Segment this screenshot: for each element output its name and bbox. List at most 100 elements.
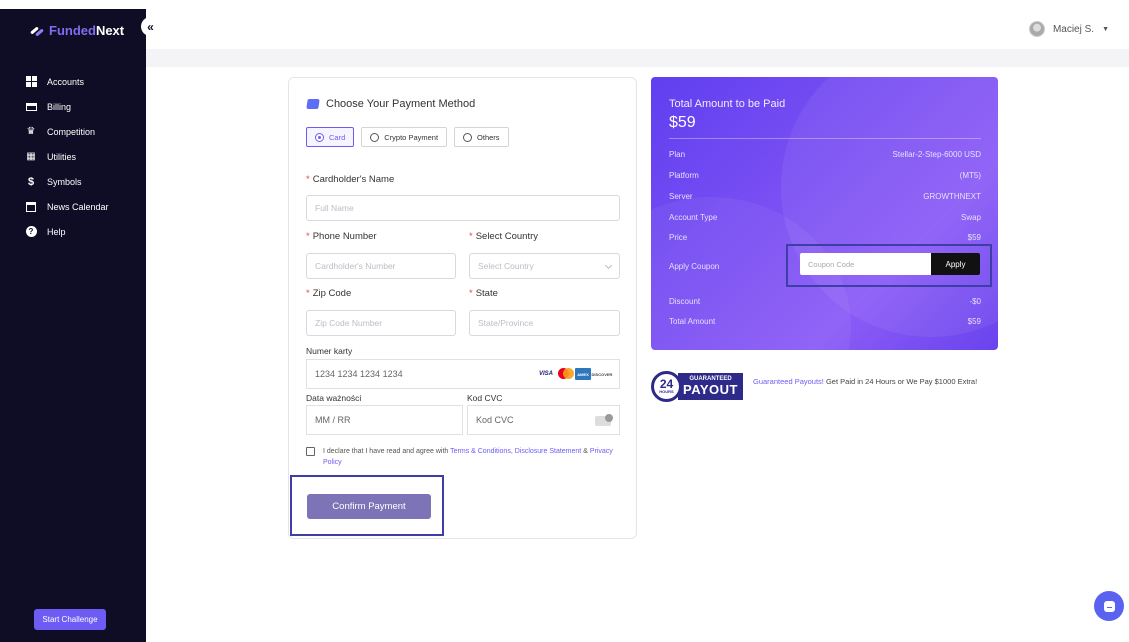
question-icon: ?: [25, 226, 37, 238]
discover-icon: DISCOVER: [592, 368, 612, 380]
summary-divider: [669, 138, 981, 139]
caret-down-icon: ▼: [1102, 25, 1109, 33]
terms-link[interactable]: Terms & Conditions, Disclosure Statement: [450, 448, 581, 455]
collapse-sidebar-button[interactable]: «: [141, 17, 160, 36]
payout-text: Get Paid in 24 Hours or We Pay $1000 Ext…: [823, 377, 978, 386]
sidebar-item-news-calendar[interactable]: News Calendar: [25, 194, 140, 219]
cvc-label: Kod CVC: [467, 393, 503, 403]
cvc-card-icon: [595, 414, 613, 426]
confirm-highlight-box: [290, 475, 444, 536]
radio-icon: [463, 132, 473, 142]
state-input[interactable]: State/Province: [469, 310, 620, 336]
payment-method-selector: Card Crypto Payment Others: [306, 127, 509, 147]
summary-row-price: Price $59: [669, 233, 981, 242]
radio-selected-icon: [315, 132, 324, 142]
sidebar-item-help[interactable]: ? Help: [25, 219, 140, 244]
card-number-input[interactable]: 1234 1234 1234 1234 VISA AMEX DISCOVER: [306, 359, 620, 389]
method-crypto[interactable]: Crypto Payment: [361, 127, 448, 147]
method-card[interactable]: Card: [306, 127, 355, 147]
brand-part1: Funded: [49, 23, 96, 38]
badge-guaranteed-payout: GUARANTEED PAYOUT: [678, 372, 743, 400]
payout-badge-icon: 24 HOURS GUARANTEED PAYOUT: [651, 369, 743, 403]
sidebar-item-label: Symbols: [47, 176, 82, 187]
method-others[interactable]: Others: [454, 127, 509, 147]
phone-number-input[interactable]: Cardholder's Number: [306, 253, 456, 279]
apply-coupon-button[interactable]: Apply: [931, 253, 980, 275]
brand-logo[interactable]: FundedNext: [30, 23, 124, 38]
guaranteed-payout: 24 HOURS GUARANTEED PAYOUT Guaranteed Pa…: [651, 369, 988, 403]
summary-row-discount: Discount -$0: [669, 297, 981, 306]
sidebar-item-competition[interactable]: ♛ Competition: [25, 119, 140, 144]
summary-title: Total Amount to be Paid: [669, 98, 786, 110]
start-challenge-button[interactable]: Start Challenge: [34, 609, 106, 630]
trophy-icon: ♛: [26, 126, 36, 137]
country-select[interactable]: Select Country: [469, 253, 620, 279]
summary-amount: $59: [669, 114, 696, 131]
order-summary-card: Total Amount to be Paid $59 Plan Stellar-…: [651, 77, 998, 350]
method-label: Others: [477, 132, 500, 142]
sidebar-item-accounts[interactable]: Accounts: [25, 69, 140, 94]
summary-row-account-type: Account Type Swap: [669, 213, 981, 222]
chat-support-button[interactable]: [1094, 591, 1124, 621]
payment-method-icon: [306, 99, 320, 109]
header: Maciej S. ▼: [146, 9, 1129, 49]
summary-row-platform: Platform (MT5): [669, 171, 981, 180]
sidebar-nav: Accounts Billing ♛ Competition ▦ Utiliti…: [25, 69, 140, 244]
cardholder-name-input[interactable]: Full Name: [306, 195, 620, 221]
sidebar-item-billing[interactable]: Billing: [25, 94, 140, 119]
sidebar: FundedNext Accounts Billing ♛ Competitio…: [0, 9, 146, 642]
country-label: * Select Country: [469, 231, 539, 242]
coupon-code-input[interactable]: Coupon Code: [800, 253, 931, 275]
dollar-icon: $: [27, 175, 35, 188]
terms-declaration: I declare that I have read and agree wit…: [306, 446, 626, 468]
country-select-value: Select Country: [478, 261, 534, 271]
sidebar-item-label: News Calendar: [47, 201, 109, 212]
amex-icon: AMEX: [575, 368, 591, 380]
card-number-label: Numer karty: [306, 346, 353, 356]
zip-label: * Zip Code: [306, 288, 352, 299]
keyboard-icon: ▦: [26, 151, 36, 162]
top-strip: [0, 0, 1129, 9]
method-label: Crypto Payment: [384, 132, 439, 142]
sidebar-item-label: Accounts: [47, 76, 85, 87]
badge-24-hours: 24 HOURS: [651, 370, 682, 402]
user-menu[interactable]: Maciej S. ▼: [1028, 21, 1109, 37]
payment-title-text: Choose Your Payment Method: [326, 98, 476, 110]
state-label: * State: [469, 288, 498, 299]
payment-card: Choose Your Payment Method Card Crypto P…: [288, 77, 637, 539]
page: FundedNext Accounts Billing ♛ Competitio…: [0, 0, 1129, 642]
card-brands: VISA AMEX DISCOVER: [537, 368, 612, 380]
cvc-input[interactable]: Kod CVC: [467, 405, 620, 435]
radio-icon: [370, 132, 380, 142]
brand-part2: Next: [95, 23, 125, 38]
expiry-input[interactable]: MM / RR: [306, 405, 463, 435]
sidebar-item-label: Competition: [47, 126, 96, 137]
method-label: Card: [329, 132, 346, 142]
zip-code-input[interactable]: Zip Code Number: [306, 310, 456, 336]
sidebar-item-label: Utilities: [47, 151, 77, 162]
mastercard-icon: [557, 368, 574, 380]
summary-row-total: Total Amount $59: [669, 317, 981, 326]
content-top-band: [146, 49, 1129, 67]
avatar: [1028, 21, 1045, 37]
grid-icon: [25, 76, 37, 88]
phone-label: * Phone Number: [306, 231, 377, 242]
summary-row-server: Server GROWTHNEXT: [669, 192, 981, 201]
apply-coupon-label: Apply Coupon: [669, 262, 720, 271]
terms-amp: &: [583, 448, 588, 455]
sidebar-item-label: Billing: [47, 101, 72, 112]
cardholder-label: * Cardholder's Name: [306, 174, 395, 185]
chat-icon: [1103, 600, 1115, 612]
sidebar-item-label: Help: [47, 226, 66, 237]
coupon-form: Coupon Code Apply: [800, 253, 980, 275]
card-number-placeholder: 1234 1234 1234 1234: [315, 369, 403, 379]
payout-description: Guaranteed Payouts! Get Paid in 24 Hours…: [753, 377, 988, 387]
payment-title: Choose Your Payment Method: [306, 98, 476, 110]
guaranteed-payouts-link[interactable]: Guaranteed Payouts!: [753, 377, 824, 386]
sidebar-item-utilities[interactable]: ▦ Utilities: [25, 144, 140, 169]
sidebar-item-symbols[interactable]: $ Symbols: [25, 169, 140, 194]
chevron-down-icon: [604, 261, 613, 270]
card-icon: [25, 101, 37, 113]
terms-checkbox[interactable]: [306, 447, 315, 456]
visa-icon: VISA: [537, 368, 555, 380]
